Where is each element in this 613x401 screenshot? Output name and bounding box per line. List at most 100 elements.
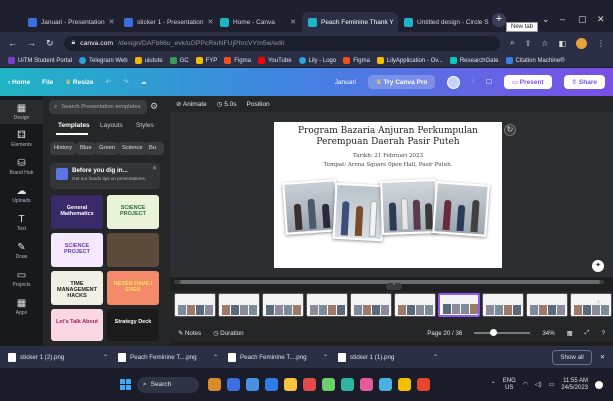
- animate-button[interactable]: ⊘ Animate: [176, 100, 207, 108]
- browser-tab-3[interactable]: Peach Feminine Thank Y ✕: [302, 12, 398, 32]
- page-thumbnail[interactable]: [526, 293, 568, 317]
- volume-icon[interactable]: ◁): [535, 381, 542, 388]
- zoom-level[interactable]: 34%: [542, 330, 554, 337]
- position-button[interactable]: Position: [247, 101, 270, 108]
- taskbar-app-icon[interactable]: [398, 378, 411, 391]
- page-thumbnail[interactable]: [306, 293, 348, 317]
- browser-tab-1[interactable]: sticker 1 - Presentation ✕: [118, 12, 214, 32]
- template-thumbnail[interactable]: Let's Talk About: [51, 309, 103, 341]
- file-menu[interactable]: File: [42, 79, 53, 86]
- template-thumbnail[interactable]: SCIENCE PROJECT: [51, 233, 103, 267]
- event-photo[interactable]: [282, 179, 340, 235]
- battery-icon[interactable]: ▭: [549, 381, 555, 388]
- template-thumbnail[interactable]: [107, 233, 159, 267]
- tab-search-icon[interactable]: ⌄: [542, 14, 550, 25]
- bookmark-item[interactable]: Telegram Web: [79, 57, 128, 64]
- event-photo[interactable]: [432, 181, 490, 237]
- minimize-icon[interactable]: –: [560, 14, 565, 24]
- tab-templates[interactable]: Templates: [58, 122, 90, 129]
- download-item[interactable]: Peach Feminine T....png ⌃: [118, 352, 228, 362]
- download-item[interactable]: Peach Feminine T....png ⌃: [228, 352, 338, 362]
- grid-view-icon[interactable]: ▦: [567, 330, 573, 337]
- bookmark-star-icon[interactable]: ☆: [541, 39, 548, 48]
- close-window-icon[interactable]: ✕: [597, 14, 605, 25]
- bookmark-item[interactable]: Citation Machine®: [505, 57, 565, 64]
- chevron-up-icon[interactable]: ⌃: [103, 354, 108, 361]
- event-photo[interactable]: [332, 182, 386, 242]
- user-avatar[interactable]: [447, 75, 461, 89]
- refresh-icon[interactable]: ↻: [504, 124, 516, 136]
- browser-tab-2[interactable]: Home - Canva ✕: [214, 12, 302, 32]
- template-thumbnail[interactable]: Strategy Deck: [107, 309, 159, 341]
- filter-chip[interactable]: Science: [118, 142, 147, 155]
- chevron-up-icon[interactable]: ⌃: [213, 354, 218, 361]
- tab-layouts[interactable]: Layouts: [100, 122, 123, 129]
- filter-chip[interactable]: History: [50, 142, 77, 155]
- bookmark-item[interactable]: UiTM Student Portal: [8, 57, 72, 64]
- reload-icon[interactable]: ↻: [46, 38, 54, 49]
- comment-icon[interactable]: ☐: [486, 78, 492, 86]
- rail-item-elements[interactable]: ⚃ Elements: [0, 130, 43, 148]
- close-tab-icon[interactable]: ✕: [109, 18, 115, 26]
- chevron-up-icon[interactable]: ⌃: [433, 354, 438, 361]
- notification-icon[interactable]: [595, 380, 603, 389]
- filter-chip[interactable]: Bu: [145, 142, 164, 155]
- redo-icon[interactable]: ↷: [123, 78, 128, 86]
- language-indicator[interactable]: ENG US: [503, 378, 516, 392]
- rail-item-projects[interactable]: ▭ Projects: [0, 270, 43, 288]
- rail-item-design[interactable]: ▦ Design: [0, 100, 43, 124]
- zoom-icon[interactable]: ⌕: [510, 38, 514, 48]
- bookmark-item[interactable]: Lily - Logo: [298, 57, 336, 64]
- collapse-filmstrip-icon[interactable]: ⌃: [386, 283, 402, 290]
- chevron-up-icon[interactable]: ⌃: [491, 381, 496, 388]
- taskbar-app-icon[interactable]: [265, 378, 278, 391]
- close-tab-icon[interactable]: ✕: [207, 18, 213, 26]
- browser-tab-0[interactable]: Januari - Presentation ✕: [22, 12, 118, 32]
- page-thumbnail[interactable]: [438, 293, 480, 317]
- share-button[interactable]: ⇧ Share: [563, 75, 605, 89]
- rail-item-draw[interactable]: ✎ Draw: [0, 242, 43, 260]
- page-thumbnail[interactable]: [174, 293, 216, 317]
- duration-toggle-button[interactable]: ◷ Duration: [213, 330, 244, 337]
- undo-icon[interactable]: ↶: [106, 78, 111, 86]
- taskbar-app-icon[interactable]: [227, 378, 240, 391]
- template-thumbnail[interactable]: General Mathematics: [51, 195, 103, 229]
- duration-button[interactable]: ◷ 5.0s: [217, 100, 237, 108]
- sidebar-icon[interactable]: ◧: [558, 39, 566, 48]
- browser-tab-4[interactable]: Untitled design - Circle S ✕: [398, 12, 492, 32]
- browser-menu-icon[interactable]: ⋮: [597, 39, 605, 48]
- taskbar-app-icon[interactable]: [341, 378, 354, 391]
- tab-styles[interactable]: Styles: [136, 122, 154, 129]
- zoom-slider[interactable]: [474, 329, 531, 336]
- home-button[interactable]: ‹ Home: [8, 79, 30, 86]
- download-item[interactable]: sticker 1 (2).png ⌃: [8, 352, 118, 362]
- event-photo[interactable]: [380, 179, 438, 235]
- url-input[interactable]: 🔒︎ canva.com/design/DAFb66u_evk/uGPPcRiu…: [63, 35, 501, 51]
- slide-date[interactable]: Tarikh: 21 Februari 2023: [280, 153, 496, 159]
- rail-item-brand-hub[interactable]: ⛁ Brand Hub: [0, 158, 43, 176]
- add-page-icon[interactable]: +: [596, 297, 601, 307]
- page-thumbnail[interactable]: [394, 293, 436, 317]
- slide-venue[interactable]: Tempat: Arena Square 0pen Hall, Pasir Pu…: [280, 162, 496, 168]
- slide-title[interactable]: Program Bazaria Anjuran Perkumpulan Pere…: [280, 126, 496, 148]
- design-title[interactable]: Januari: [335, 79, 356, 86]
- taskbar-search[interactable]: ⌕ Search: [137, 376, 199, 393]
- taskbar-app-icon[interactable]: [360, 378, 373, 391]
- taskbar-app-icon[interactable]: [303, 378, 316, 391]
- present-button[interactable]: ▭ Present: [503, 75, 552, 89]
- profile-avatar[interactable]: [576, 37, 587, 49]
- page-thumbnail[interactable]: [482, 293, 524, 317]
- forward-icon[interactable]: →: [27, 38, 36, 48]
- filter-chip[interactable]: Blue: [76, 142, 96, 155]
- wifi-icon[interactable]: ◠: [523, 381, 528, 388]
- page-thumbnail[interactable]: [262, 293, 304, 317]
- bookmark-item[interactable]: FYP: [195, 57, 217, 64]
- template-search-input[interactable]: ⌕ Search Presentation templates: [49, 100, 147, 114]
- back-icon[interactable]: ←: [8, 38, 17, 48]
- page-thumbnail[interactable]: [570, 293, 612, 317]
- maximize-icon[interactable]: ▢: [578, 14, 587, 25]
- analytics-icon[interactable]: ⫶: [472, 78, 474, 86]
- try-pro-button[interactable]: ♛ Try Canva Pro: [368, 75, 436, 89]
- template-thumbnail[interactable]: TIME MANAGEMENT HACKS: [51, 271, 103, 305]
- rail-item-apps[interactable]: ▦ Apps: [0, 298, 43, 316]
